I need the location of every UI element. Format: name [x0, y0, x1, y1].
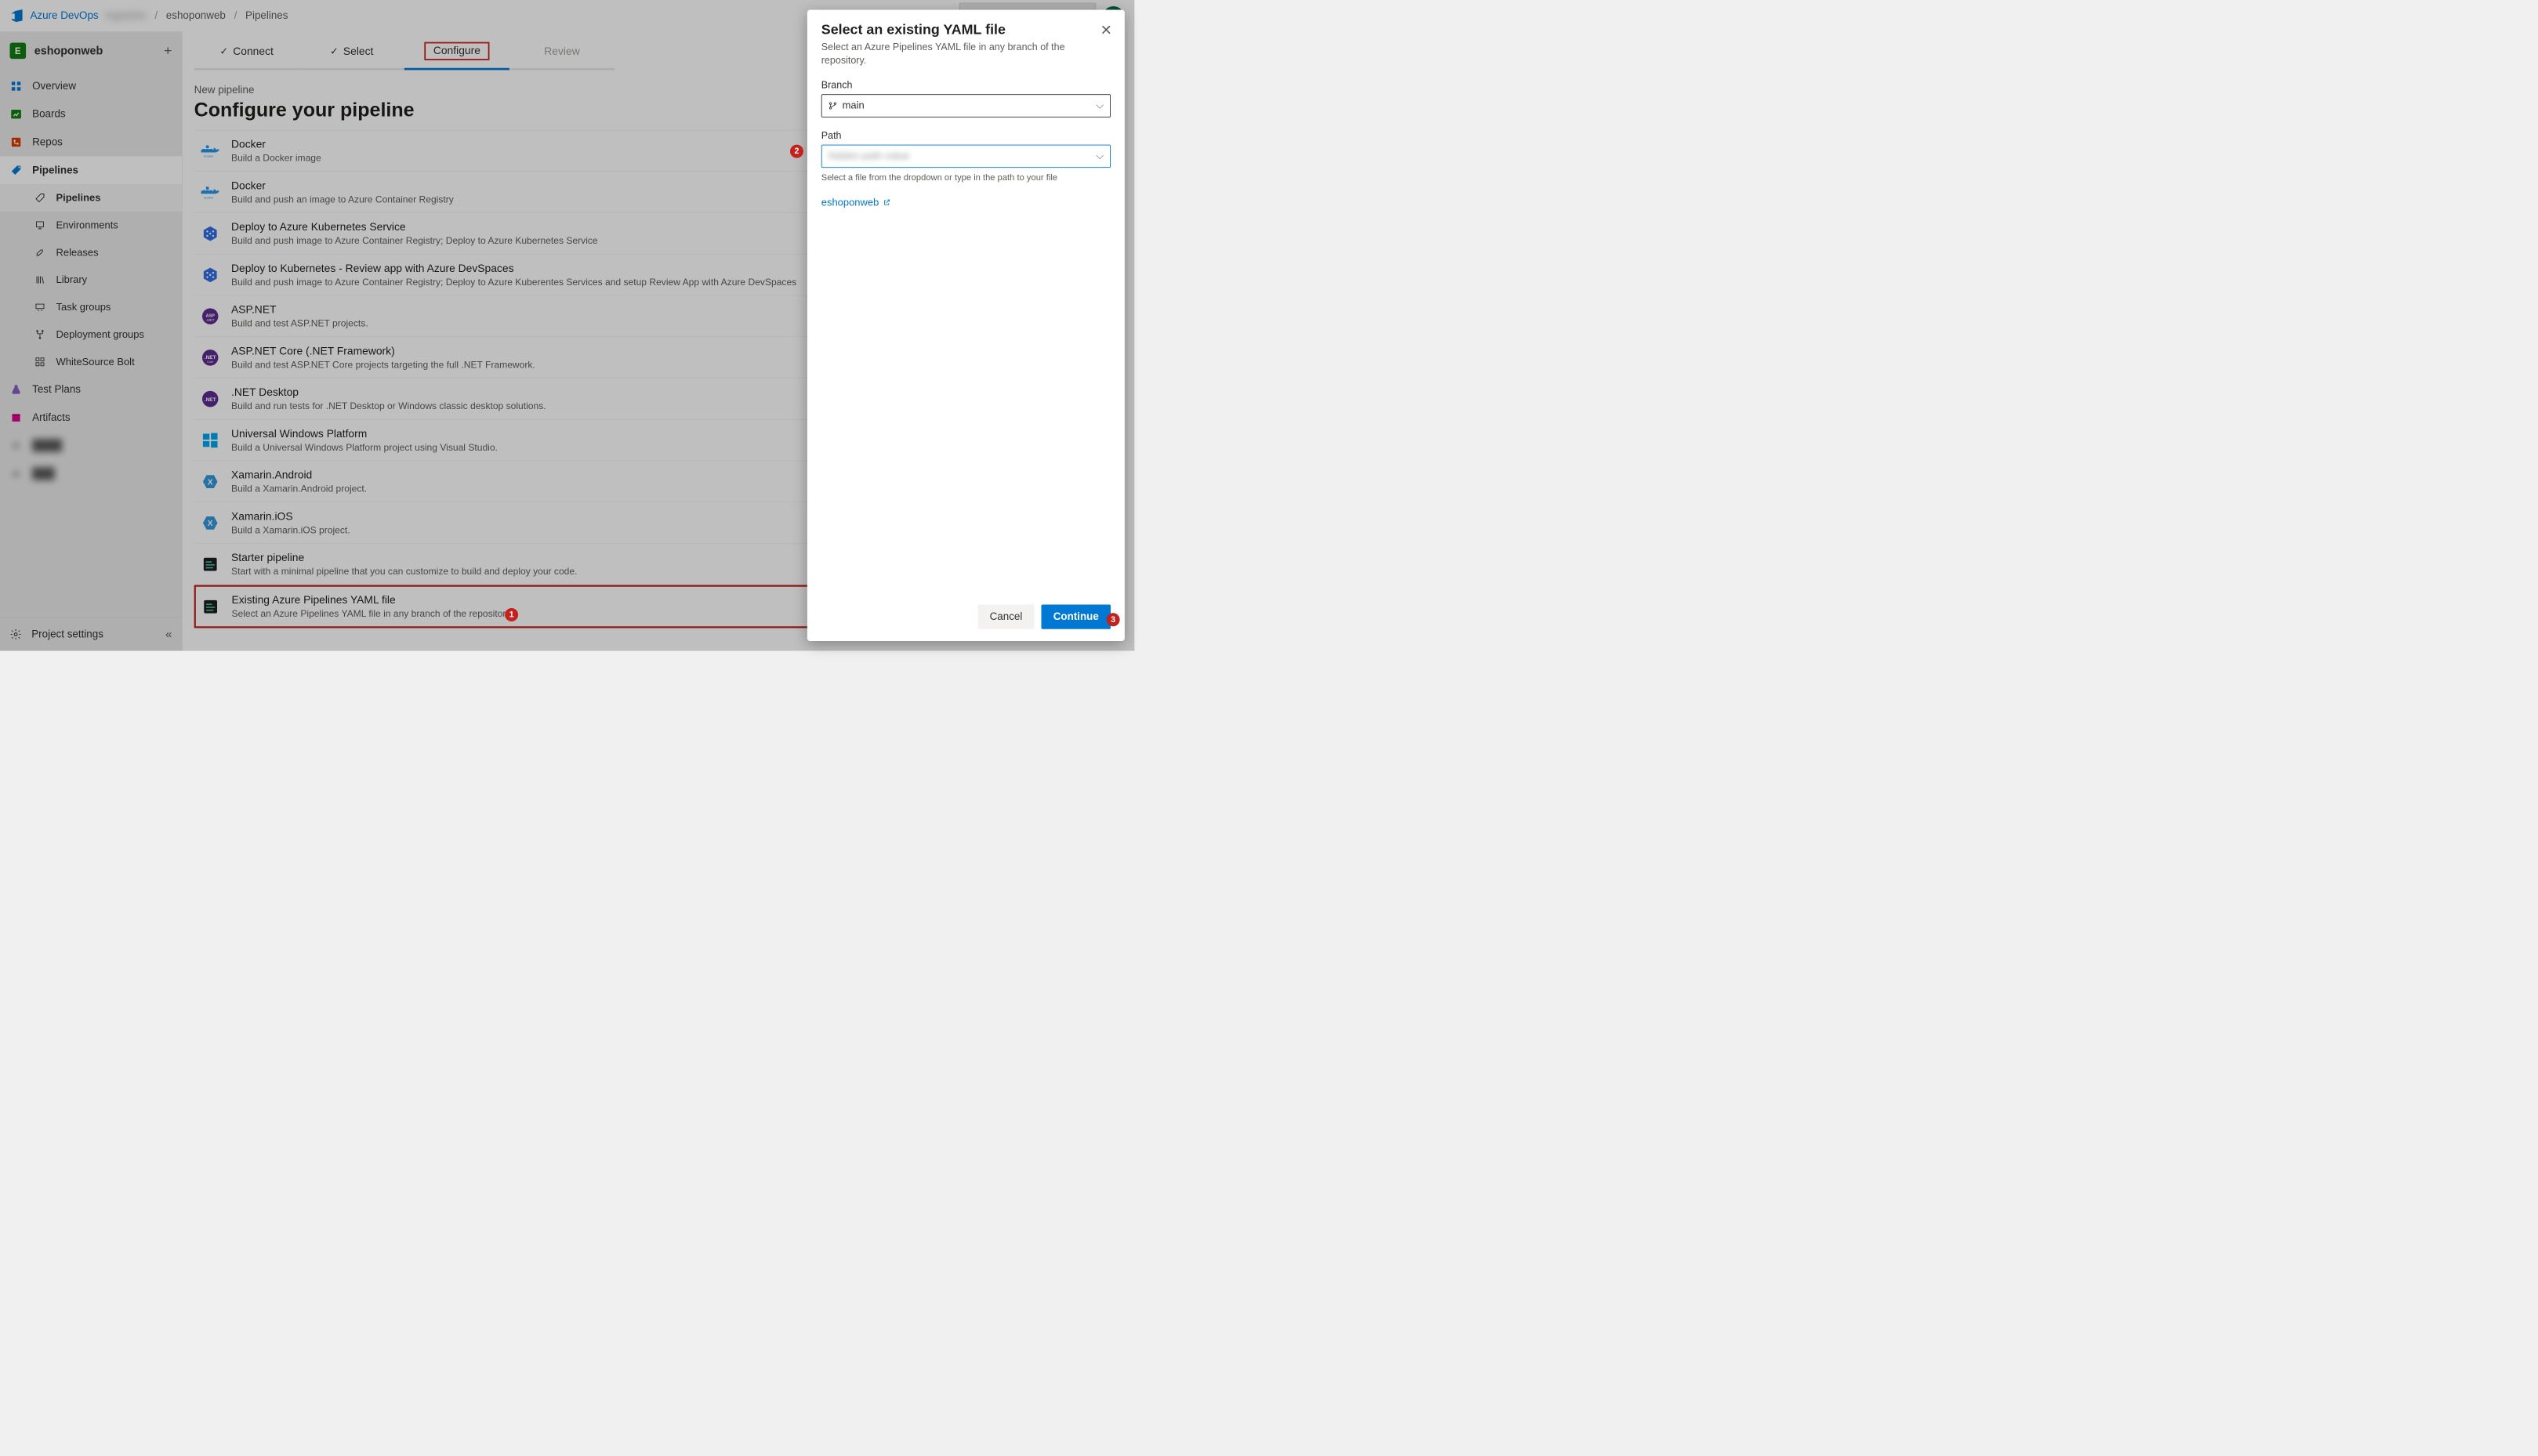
branch-icon: [828, 101, 838, 110]
cancel-button[interactable]: Cancel: [977, 605, 1034, 629]
branch-value: main: [843, 100, 865, 111]
repo-link-label: eshoponweb: [821, 197, 879, 208]
external-link-icon: [883, 198, 891, 206]
branch-dropdown[interactable]: main ⌵: [821, 94, 1111, 118]
continue-button[interactable]: Continue: [1041, 605, 1110, 629]
chevron-down-icon: ⌵: [1096, 150, 1104, 162]
chevron-down-icon: ⌵: [1096, 100, 1104, 111]
path-value: hidden-path-value: [828, 150, 910, 162]
panel-title: Select an existing YAML file: [821, 22, 1111, 38]
callout-1: 1: [505, 608, 518, 621]
close-icon[interactable]: ✕: [1100, 23, 1112, 39]
repo-external-link[interactable]: eshoponweb: [821, 197, 1111, 208]
panel-subtitle: Select an Azure Pipelines YAML file in a…: [821, 40, 1067, 67]
path-label: Path: [821, 130, 1111, 141]
yaml-select-panel: ✕ Select an existing YAML file Select an…: [807, 10, 1125, 641]
path-dropdown[interactable]: hidden-path-value ⌵: [821, 144, 1111, 168]
callout-2: 2: [790, 145, 803, 158]
branch-label: Branch: [821, 79, 1111, 90]
path-hint: Select a file from the dropdown or type …: [821, 172, 1111, 183]
callout-3: 3: [1107, 613, 1120, 626]
